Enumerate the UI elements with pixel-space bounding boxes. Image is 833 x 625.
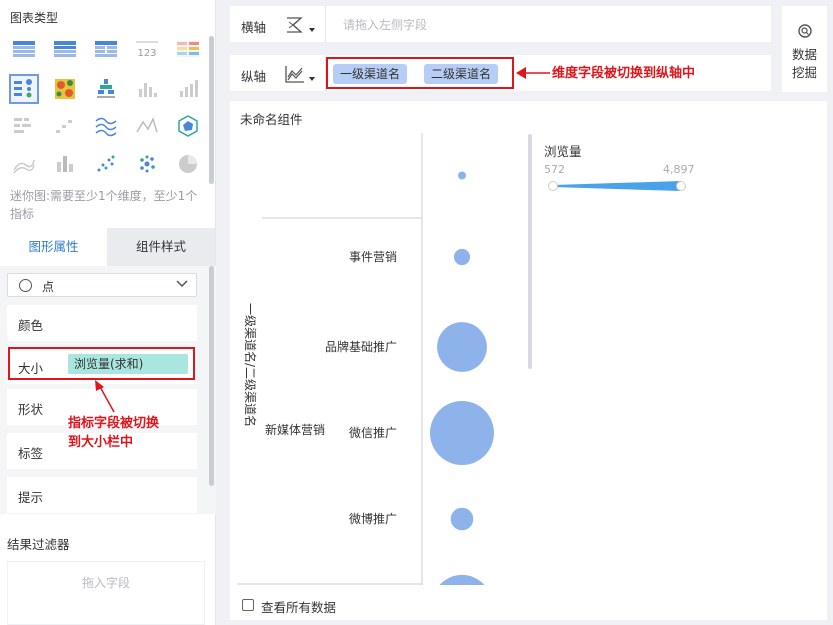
prop-tooltip-label: 提示 [18,490,44,505]
filter-drop-zone[interactable]: 拖入字段 [7,561,205,625]
circle-mark-icon [19,279,32,292]
prop-color-label: 颜色 [18,318,44,333]
pie-icon[interactable] [174,150,202,178]
prop-label-label: 标签 [18,446,44,461]
bubble-cluster-icon[interactable] [133,150,161,178]
annotation-arrow-up-icon [95,380,115,413]
data-mining-label-2: 挖掘 [791,65,817,80]
bar2-icon[interactable] [174,75,202,103]
show-all-checkbox[interactable] [242,599,254,611]
bubble-chart: 一级渠道名/二级渠道名 事件营销品牌基础推广微信推广微博推广 新媒体营销 [237,133,494,585]
bar-icon[interactable] [133,75,161,103]
heatmap-icon[interactable] [51,75,79,103]
bubble-point [453,248,471,266]
bar-grid-icon[interactable] [10,112,38,140]
prop-tooltip[interactable]: 提示 [7,477,197,513]
step-icon[interactable] [51,112,79,140]
chart-types-scrollbar[interactable] [209,36,214,184]
bubble-point [450,507,474,531]
chart-type-hint: 迷你图:需要至少1个维度，至少1个指标 [10,189,198,221]
chart-types-title: 图表类型 [10,11,59,25]
y-axis-chart-icon[interactable] [283,63,321,85]
size-legend-min: 572 [544,163,565,176]
y-axis-label: 纵轴 [241,69,267,84]
table-icon[interactable] [10,36,38,64]
area-icon[interactable] [10,150,38,178]
annotation-arrow-left-icon [516,67,550,79]
kpi-number-icon[interactable]: 123 [133,36,161,64]
tab-component-style[interactable]: 组件样式 [107,228,215,266]
tab-graphic-properties[interactable]: 图形属性 [0,228,107,266]
bubble-point [439,574,485,585]
properties-scrollbar[interactable] [209,266,214,486]
chevron-down-icon [176,280,188,288]
size-legend-bar[interactable] [548,181,686,191]
scatter-icon[interactable] [92,150,120,178]
color-table-icon[interactable] [174,36,202,64]
cross-table-icon[interactable] [51,36,79,64]
wave-line-icon[interactable] [92,112,120,140]
x-axis-placeholder: 请拖入左侧字段 [343,18,428,32]
x-axis-bar[interactable]: 横轴 请拖入左侧字段 [230,6,771,42]
left-panel: 图表类型 123 迷你图:需要至少1个维度，至少1个指标 图形属性 组件样式 点… [0,0,216,625]
data-mining-icon [798,24,812,38]
bubble-point [430,401,494,465]
prop-shape-label: 形状 [18,402,44,417]
row-label: 品牌基础推广 [325,340,397,354]
scatter-table-icon[interactable] [9,74,39,104]
drop-placeholder: 拖入字段 [81,576,130,590]
size-annotation: 指标字段被切换到大小栏中 [68,416,160,450]
x-axis-label: 横轴 [241,20,267,35]
stacked-bar-icon[interactable] [51,150,79,178]
row-label: 微博推广 [349,511,397,526]
data-mining-label-1: 数据 [791,47,817,62]
svg-text:123: 123 [137,48,156,59]
chart-panel: 未命名组件 一级渠道名/二级渠道名 事件营销品牌基础推广微信推广微博推广 新媒体营销… [230,101,827,620]
dot-grid-icon[interactable] [92,75,120,103]
x-axis-chart-icon[interactable] [283,14,321,36]
y-axis-title: 一级渠道名/二级渠道名 [243,303,258,427]
row-label: 微信推广 [349,426,397,440]
show-all-label[interactable]: 查看所有数据 [261,597,336,616]
result-filter-title: 结果过滤器 [7,537,70,552]
property-tabs: 图形属性 组件样式 [0,228,216,266]
radar-line-icon[interactable] [133,112,161,140]
detail-table-icon[interactable] [92,36,120,64]
gauge-icon[interactable] [174,112,202,140]
prop-color[interactable]: 颜色 [7,305,197,341]
chart-scrollbar[interactable] [528,134,532,369]
component-title: 未命名组件 [240,112,303,127]
x-axis-separator [325,6,326,42]
size-legend-max: 4,897 [663,163,695,176]
row-label: 事件营销 [349,250,397,264]
chart-type-grid: 123 [0,30,205,182]
mark-type-select[interactable]: 点 [7,273,197,297]
bubble-point [437,322,487,372]
size-highlight-box [8,347,195,380]
app-root: 图表类型 123 迷你图:需要至少1个维度，至少1个指标 图形属性 组件样式 点… [0,0,833,625]
size-legend-title: 浏览量 [544,144,582,159]
y-axis-highlight-box [326,57,514,89]
y-axis-annotation: 维度字段被切换到纵轴中 [552,66,696,81]
group-label: 新媒体营销 [265,422,325,437]
data-mining-button[interactable]: 数据 挖掘 [782,6,827,92]
bubble-point [458,171,466,180]
mark-type-value: 点 [42,280,55,294]
